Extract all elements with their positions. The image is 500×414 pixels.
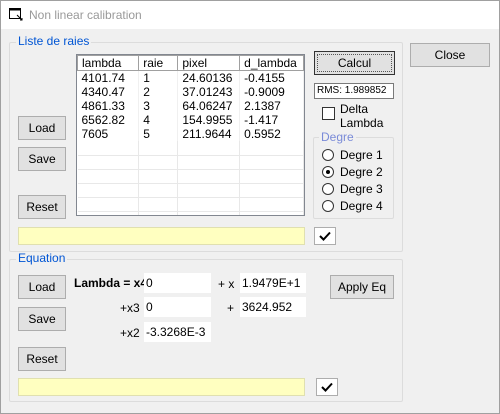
degre-3-radio[interactable] — [322, 183, 334, 195]
empty-row[interactable] — [77, 197, 304, 212]
table-cell: 1 — [138, 70, 179, 85]
table-cell: 7605 — [77, 127, 140, 141]
table-cell: 4340.47 — [77, 85, 140, 99]
column-header-lambda[interactable]: lambda — [77, 55, 140, 71]
x-label: + x — [218, 277, 235, 291]
delta-lambda-label-line1: Delta — [340, 102, 369, 116]
plus-label: + — [227, 301, 235, 315]
empty-row[interactable] — [77, 211, 304, 215]
table-row[interactable]: 6562.82 4 154.9955 -1.417 — [77, 113, 304, 127]
table-row[interactable]: 4340.47 2 37.01243 -0.9009 — [77, 85, 304, 99]
raies-reset-button[interactable]: Reset — [18, 195, 66, 219]
table-cell: 4101.74 — [77, 70, 140, 85]
empty-row[interactable] — [77, 169, 304, 184]
raies-group-label: Liste de raies — [16, 34, 92, 48]
table-cell: 2 — [138, 85, 179, 99]
raies-status-bar — [18, 227, 305, 245]
degre-4-label[interactable]: Degre 4 — [340, 199, 383, 213]
delta-lambda-checkbox[interactable] — [322, 107, 335, 120]
checkmark-icon — [321, 382, 333, 392]
empty-row[interactable] — [77, 155, 304, 170]
degre-1-radio[interactable] — [322, 149, 334, 161]
raies-confirm-button[interactable] — [314, 227, 336, 245]
table-cell: 6562.82 — [77, 113, 140, 127]
degre-3-label[interactable]: Degre 3 — [340, 182, 383, 196]
equation-load-button[interactable]: Load — [18, 275, 66, 299]
delta-lambda-label-line2: Lambda — [340, 116, 384, 130]
lambda-x4-text: Lambda = x4 — [74, 276, 148, 290]
raies-table[interactable]: lambda raie pixel d_lambda 4101.74 1 24.… — [76, 54, 305, 216]
table-row[interactable]: 4861.33 3 64.06247 2.1387 — [77, 99, 304, 113]
table-cell: 64.06247 — [177, 99, 241, 113]
degre-2-label[interactable]: Degre 2 — [340, 165, 383, 179]
degre-4-radio[interactable] — [322, 200, 334, 212]
window-title: Non linear calibration — [29, 8, 142, 22]
equation-reset-button[interactable]: Reset — [18, 347, 66, 371]
table-cell: 211.9644 — [177, 127, 241, 141]
x2-label: +x2 — [120, 326, 140, 340]
column-header-raie[interactable]: raie — [138, 55, 179, 71]
empty-row[interactable] — [77, 183, 304, 198]
x3-label: +x3 — [120, 301, 140, 315]
calibration-window: Non linear calibration Close Liste de ra… — [0, 0, 500, 414]
table-cell: -1.417 — [239, 113, 304, 127]
table-row[interactable]: 7605 5 211.9644 0.5952 — [77, 127, 304, 141]
apply-eq-button[interactable]: Apply Eq — [330, 275, 394, 299]
degre-2-radio[interactable] — [322, 166, 334, 178]
equation-group-label: Equation — [16, 251, 68, 265]
table-cell: 37.01243 — [177, 85, 241, 99]
empty-row[interactable] — [77, 141, 304, 156]
equation-confirm-button[interactable] — [316, 378, 338, 396]
lambda-x4-label: Lambda = x4 — [74, 276, 147, 290]
rms-value: RMS: 1.989852 — [314, 83, 394, 99]
table-cell: 3 — [138, 99, 179, 113]
coef-x-field[interactable]: 1.9479E+1 — [240, 273, 306, 293]
degre-1-label[interactable]: Degre 1 — [340, 148, 383, 162]
title-bar[interactable]: Non linear calibration — [1, 1, 499, 29]
coef-x2-field[interactable]: -3.3268E-3 — [144, 322, 211, 342]
calcul-button[interactable]: Calcul — [314, 51, 395, 75]
equation-status-bar — [18, 378, 305, 396]
column-header-pixel[interactable]: pixel — [177, 55, 241, 71]
raies-save-button[interactable]: Save — [18, 147, 66, 171]
close-button[interactable]: Close — [410, 43, 490, 67]
column-header-d-lambda[interactable]: d_lambda — [239, 55, 304, 71]
app-window-icon — [9, 8, 23, 21]
raies-load-button[interactable]: Load — [18, 116, 66, 140]
coef-x4-field[interactable]: 0 — [144, 273, 211, 293]
table-cell: 5 — [138, 127, 179, 141]
coef-x3-field[interactable]: 0 — [144, 297, 211, 317]
table-cell: 154.9955 — [177, 113, 241, 127]
equation-save-button[interactable]: Save — [18, 307, 66, 331]
table-cell: 4861.33 — [77, 99, 140, 113]
table-row[interactable]: 4101.74 1 24.60136 -0.4155 — [77, 70, 304, 85]
table-cell: 0.5952 — [239, 127, 304, 141]
table-cell: 2.1387 — [239, 99, 304, 113]
degre-group-label: Degre — [319, 130, 356, 144]
table-cell: 24.60136 — [177, 70, 241, 85]
table-cell: -0.4155 — [239, 70, 304, 85]
table-cell: 4 — [138, 113, 179, 127]
coef-const-field[interactable]: 3624.952 — [240, 297, 306, 317]
table-cell: -0.9009 — [239, 85, 304, 99]
checkmark-icon — [319, 231, 331, 241]
